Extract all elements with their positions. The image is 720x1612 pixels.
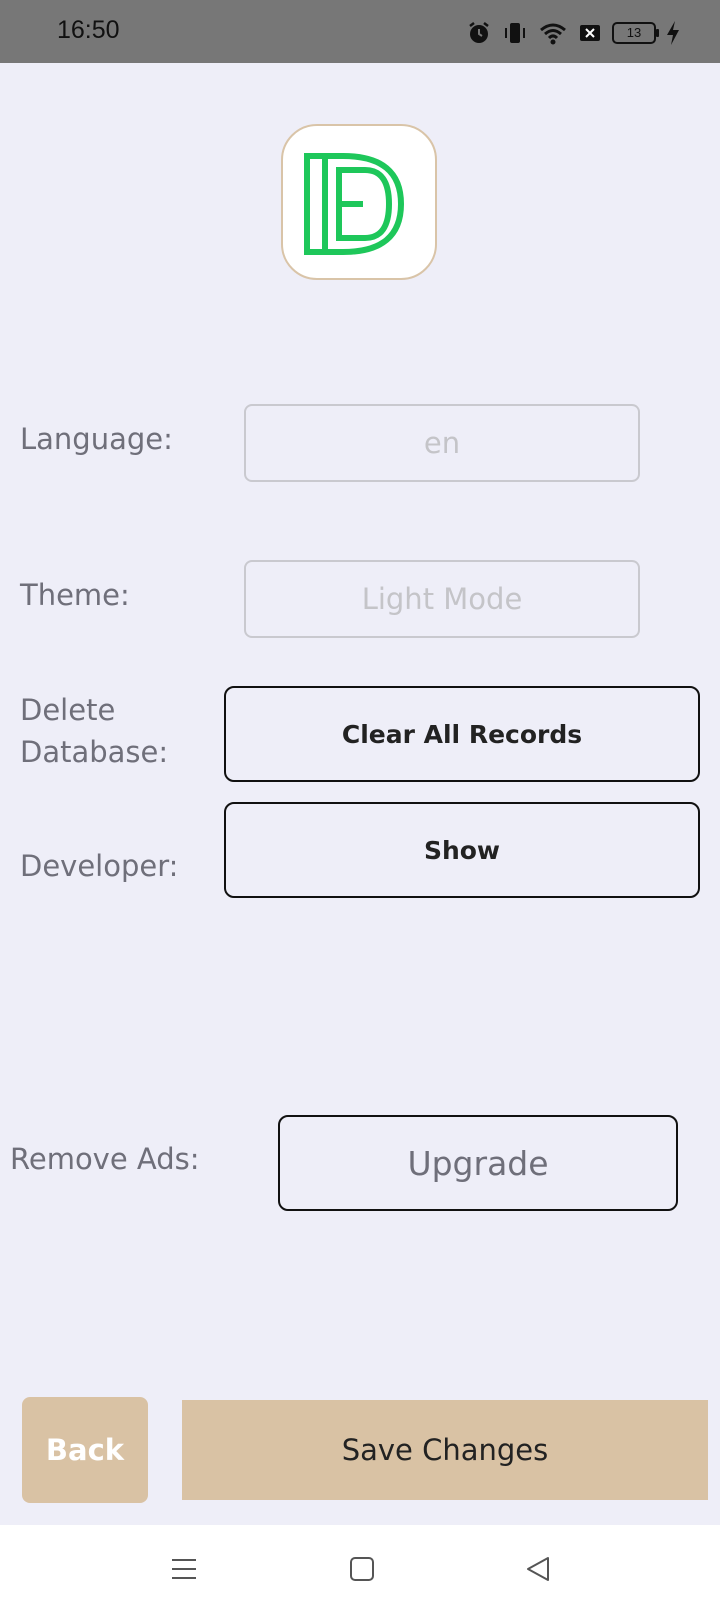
wifi-icon <box>540 23 566 45</box>
system-nav-bar <box>0 1525 720 1612</box>
app-logo <box>281 124 437 280</box>
home-square-icon[interactable] <box>348 1555 376 1583</box>
status-bar: 16:50 13 <box>0 0 720 63</box>
sim-off-icon <box>580 25 600 41</box>
charging-icon <box>667 21 679 45</box>
alarm-icon <box>469 22 489 43</box>
developer-show-button[interactable]: Show <box>224 802 700 898</box>
language-field[interactable]: en <box>244 404 640 482</box>
vibrate-icon <box>505 23 525 43</box>
remove-ads-label: Remove Ads: <box>10 1142 200 1176</box>
status-icons: 13 <box>466 18 680 48</box>
save-changes-button[interactable]: Save Changes <box>182 1400 708 1500</box>
menu-icon[interactable] <box>170 1555 198 1583</box>
delete-database-label-line1: Delete <box>20 693 116 727</box>
back-button[interactable]: Back <box>22 1397 148 1503</box>
back-triangle-icon[interactable] <box>524 1555 552 1583</box>
theme-label: Theme: <box>20 578 130 612</box>
status-time: 16:50 <box>57 16 120 44</box>
language-label: Language: <box>20 422 173 456</box>
battery-icon: 13 <box>612 22 659 44</box>
theme-field[interactable]: Light Mode <box>244 560 640 638</box>
app-logo-db-icon <box>304 153 405 255</box>
developer-label: Developer: <box>20 849 179 883</box>
delete-database-label-line2: Database: <box>20 735 169 769</box>
upgrade-button[interactable]: Upgrade <box>278 1115 678 1211</box>
clear-all-records-button[interactable]: Clear All Records <box>224 686 700 782</box>
